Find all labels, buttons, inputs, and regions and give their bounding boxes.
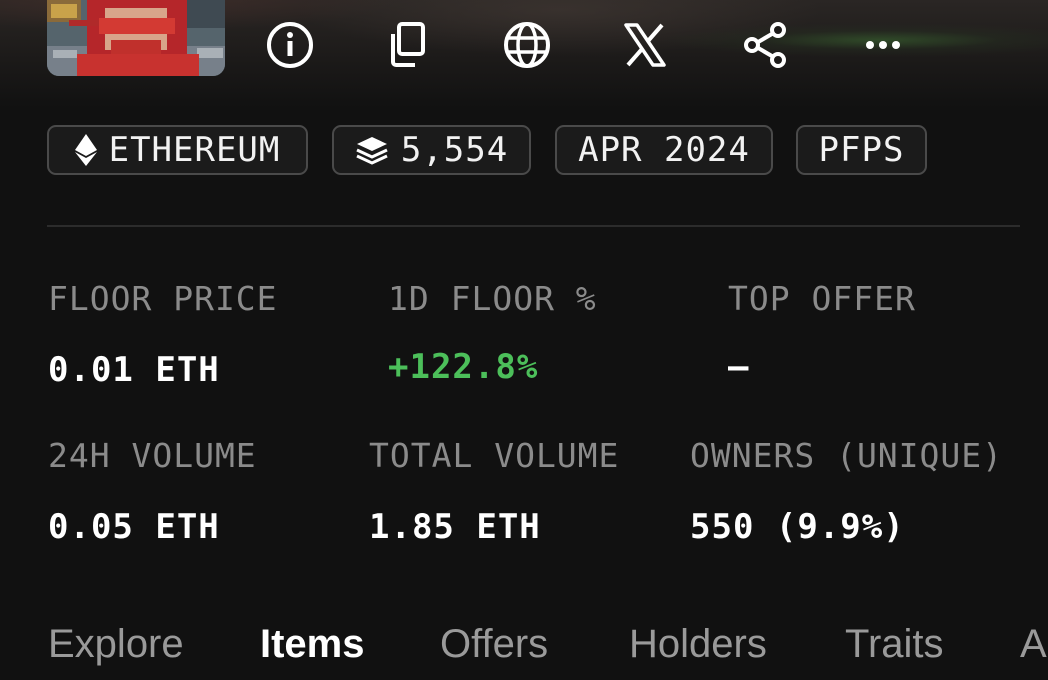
volume-24h-label: 24H VOLUME	[48, 436, 257, 475]
share-icon[interactable]	[740, 20, 790, 70]
volume-24h-value: 0.05 ETH	[48, 507, 220, 547]
globe-icon[interactable]	[502, 20, 552, 70]
supply-chip-label: 5,554	[400, 130, 509, 170]
ethereum-icon	[74, 134, 97, 166]
floor-price-label: FLOOR PRICE	[48, 279, 278, 318]
tab-explore[interactable]: Explore	[48, 622, 184, 667]
section-divider	[47, 225, 1020, 227]
supply-chip[interactable]: 5,554	[332, 125, 531, 175]
layers-icon	[356, 137, 388, 165]
owners-label: OWNERS (UNIQUE)	[690, 436, 1004, 475]
chain-chip[interactable]: ETHEREUM	[47, 125, 308, 175]
owners-value: 550 (9.9%)	[690, 507, 905, 547]
total-volume-label: TOTAL VOLUME	[369, 436, 620, 475]
category-chip-label: PFPS	[818, 130, 905, 170]
avatar-image	[47, 0, 225, 76]
more-icon[interactable]	[858, 20, 908, 70]
tab-traits[interactable]: Traits	[845, 622, 944, 667]
total-volume-value: 1.85 ETH	[369, 507, 541, 547]
info-icon[interactable]	[265, 20, 315, 70]
top-offer-value: –	[728, 347, 750, 387]
created-date-chip[interactable]: APR 2024	[555, 125, 773, 175]
tab-overflow[interactable]: A	[1020, 622, 1047, 667]
created-date-label: APR 2024	[578, 130, 750, 170]
chain-chip-label: ETHEREUM	[108, 130, 281, 170]
floor-price-value: 0.01 ETH	[48, 350, 220, 390]
floor-change-label: 1D FLOOR %	[388, 279, 597, 318]
tab-items[interactable]: Items	[260, 622, 365, 667]
floor-change-value: +122.8%	[388, 347, 539, 387]
category-chip[interactable]: PFPS	[796, 125, 927, 175]
x-logo-icon[interactable]	[620, 20, 670, 70]
tab-offers[interactable]: Offers	[440, 622, 548, 667]
tab-holders[interactable]: Holders	[629, 622, 767, 667]
top-offer-label: TOP OFFER	[728, 279, 916, 318]
copy-icon[interactable]	[383, 20, 433, 70]
collection-avatar[interactable]	[47, 0, 225, 76]
